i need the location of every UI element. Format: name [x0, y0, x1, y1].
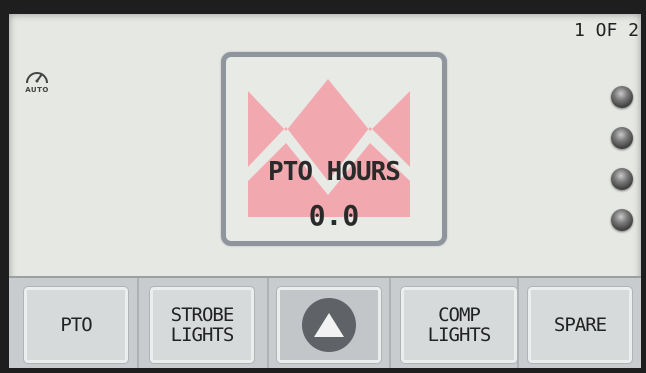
- indicator-light-2: [611, 127, 633, 149]
- up-arrow-icon: [302, 298, 356, 352]
- pto-button-label: PTO: [60, 314, 92, 336]
- comp-lights-label-line1: COMP: [438, 304, 481, 326]
- divider: [517, 278, 519, 368]
- gauge-icon: [26, 72, 48, 84]
- strobe-lights-label-line1: STROBE: [170, 304, 235, 326]
- pto-hours-label: PTO HOURS: [268, 157, 401, 187]
- strobe-lights-button[interactable]: STROBE LIGHTS: [150, 287, 254, 363]
- indicator-light-column: [611, 86, 637, 250]
- strobe-lights-label-line2: LIGHTS: [170, 324, 235, 346]
- auto-mode-indicator[interactable]: AUTO: [19, 66, 55, 100]
- comp-lights-label-line2: LIGHTS: [427, 324, 492, 346]
- page-indicator: 1 OF 2: [573, 20, 639, 41]
- indicator-light-3: [611, 168, 633, 190]
- divider: [137, 278, 139, 368]
- touch-screen: 1 OF 2 AUTO PTO HOURS 0.0 PTO STROBE LIG…: [9, 14, 641, 368]
- pto-button[interactable]: PTO: [24, 287, 128, 363]
- indicator-light-1: [611, 86, 633, 108]
- spare-button[interactable]: SPARE: [528, 287, 632, 363]
- comp-lights-button[interactable]: COMP LIGHTS: [401, 287, 517, 363]
- pto-hours-card: PTO HOURS 0.0: [221, 52, 447, 246]
- divider: [389, 278, 391, 368]
- auto-label: AUTO: [25, 86, 49, 94]
- crown-logo-icon: [248, 79, 410, 217]
- pto-hours-value: 0.0: [308, 199, 360, 232]
- spare-button-label: SPARE: [553, 314, 607, 336]
- soft-key-bar: PTO STROBE LIGHTS COMP LIGHTS SPARE: [9, 276, 641, 368]
- divider: [267, 278, 269, 368]
- indicator-light-4: [611, 209, 633, 231]
- up-arrow-button[interactable]: [277, 287, 381, 363]
